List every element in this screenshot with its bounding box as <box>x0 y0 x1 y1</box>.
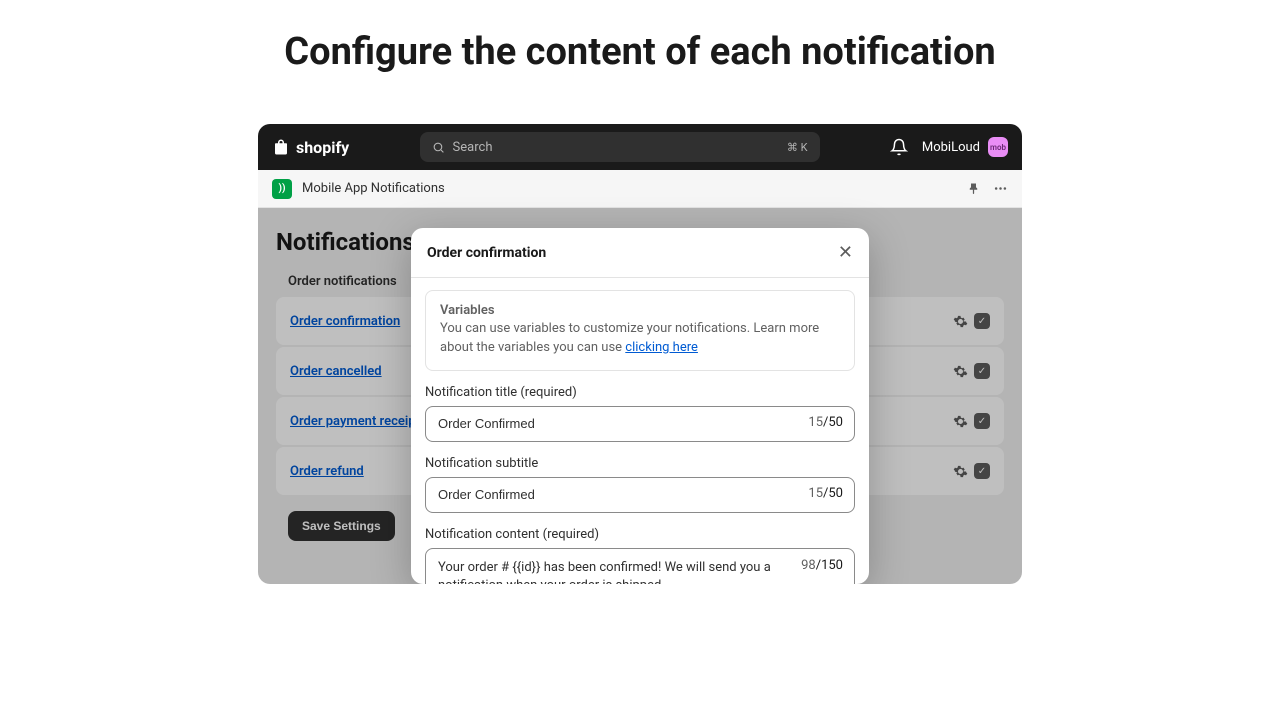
app-name: Mobile App Notifications <box>302 181 445 196</box>
search-input[interactable]: Search ⌘ K <box>420 132 820 162</box>
account-name: MobiLoud <box>922 140 980 155</box>
search-placeholder: Search <box>453 140 493 155</box>
bell-icon[interactable] <box>890 138 908 156</box>
title-char-counter: 15/50 <box>808 415 843 430</box>
notification-subtitle-input[interactable] <box>425 477 855 513</box>
modal-title: Order confirmation <box>427 245 546 261</box>
page-heading: Configure the content of each notificati… <box>0 0 1280 124</box>
subtitle-field-label: Notification subtitle <box>425 456 855 471</box>
shopify-bag-icon <box>272 137 290 157</box>
variables-link[interactable]: clicking here <box>625 340 698 355</box>
account-menu[interactable]: MobiLoud mob <box>922 137 1008 157</box>
variables-info-box: Variables You can use variables to custo… <box>425 290 855 371</box>
close-icon[interactable]: ✕ <box>838 242 853 263</box>
search-shortcut: ⌘ K <box>787 141 808 154</box>
notification-content-textarea[interactable] <box>425 548 855 584</box>
title-field-label: Notification title (required) <box>425 385 855 400</box>
notification-title-input[interactable] <box>425 406 855 442</box>
avatar: mob <box>988 137 1008 157</box>
more-icon[interactable] <box>993 181 1008 196</box>
app-icon: )) <box>272 179 292 199</box>
content-char-counter: 98/150 <box>801 558 843 573</box>
notification-config-modal: Order confirmation ✕ Variables You can u… <box>411 228 869 584</box>
app-window: shopify Search ⌘ K MobiLoud mob )) Mobil… <box>258 124 1022 584</box>
variables-description: You can use variables to customize your … <box>440 320 840 358</box>
subtitle-char-counter: 15/50 <box>808 486 843 501</box>
app-subheader: )) Mobile App Notifications <box>258 170 1022 208</box>
brand-logo[interactable]: shopify <box>272 137 349 157</box>
variables-heading: Variables <box>440 303 840 318</box>
modal-body: Variables You can use variables to custo… <box>411 278 869 584</box>
pin-icon[interactable] <box>966 181 981 196</box>
modal-header: Order confirmation ✕ <box>411 228 869 278</box>
brand-text: shopify <box>296 138 349 157</box>
search-icon <box>432 141 445 154</box>
content-field-label: Notification content (required) <box>425 527 855 542</box>
topbar: shopify Search ⌘ K MobiLoud mob <box>258 124 1022 170</box>
